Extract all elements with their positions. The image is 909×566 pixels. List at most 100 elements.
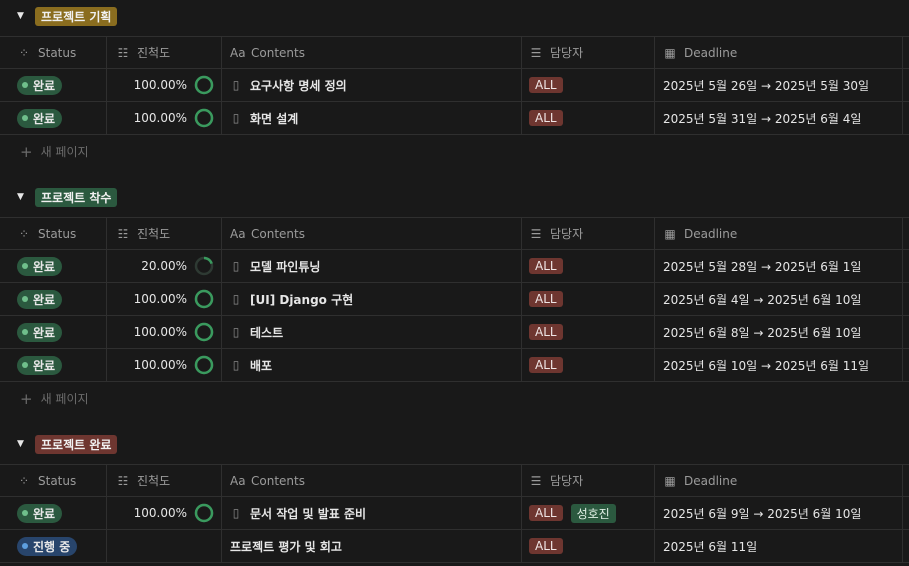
collapse-toggle-icon[interactable]: ▼ bbox=[17, 11, 29, 21]
owner-tag[interactable]: ALL bbox=[529, 538, 563, 554]
status-badge[interactable]: 완료 bbox=[17, 289, 63, 309]
header-deadline[interactable]: ▦ Deadline bbox=[655, 465, 903, 496]
page-title-link[interactable]: 모델 파인튜닝 bbox=[250, 258, 320, 275]
table-row[interactable]: 완료 100.00% ▯ 화면 설계 ALL 2025년 5월 31일 → 202… bbox=[0, 102, 909, 135]
status-cell[interactable]: 완료 bbox=[0, 283, 107, 315]
status-badge[interactable]: 완료 bbox=[17, 355, 63, 375]
status-cell[interactable]: 진행 중 bbox=[0, 530, 107, 562]
contents-cell[interactable]: ▯ [UI] Django 구현 bbox=[222, 283, 522, 315]
header-owner[interactable]: ☰ 담당자 bbox=[522, 465, 655, 496]
checklist-icon: ☷ bbox=[117, 45, 129, 60]
deadline-cell[interactable]: 2025년 5월 28일 → 2025년 6월 1일 bbox=[655, 250, 903, 282]
owner-cell[interactable]: ALL 성호진 bbox=[522, 497, 655, 529]
table-row[interactable]: 진행 중 프로젝트 평가 및 회고 ALL 2025년 6월 11일 bbox=[0, 530, 909, 563]
header-progress[interactable]: ☷ 진척도 bbox=[107, 218, 222, 249]
header-contents[interactable]: Aa Contents bbox=[222, 465, 522, 496]
progress-cell[interactable]: 100.00% bbox=[107, 69, 222, 101]
owner-cell[interactable]: ALL bbox=[522, 316, 655, 348]
collapse-toggle-icon[interactable]: ▼ bbox=[17, 439, 29, 449]
deadline-cell[interactable]: 2025년 5월 26일 → 2025년 5월 30일 bbox=[655, 69, 903, 101]
status-badge[interactable]: 완료 bbox=[17, 503, 63, 523]
new-page-button[interactable]: + 새 페이지 bbox=[0, 135, 909, 168]
owner-tag[interactable]: 성호진 bbox=[570, 503, 616, 523]
header-deadline[interactable]: ▦ Deadline bbox=[655, 218, 903, 249]
owner-tag[interactable]: ALL bbox=[529, 357, 563, 373]
owner-tag[interactable]: ALL bbox=[529, 505, 563, 521]
page-title-link[interactable]: 요구사항 명세 정의 bbox=[250, 77, 347, 94]
status-badge[interactable]: 완료 bbox=[17, 322, 63, 342]
contents-cell[interactable]: ▯ 문서 작업 및 발표 준비 bbox=[222, 497, 522, 529]
owner-tag[interactable]: ALL bbox=[529, 324, 563, 340]
status-cell[interactable]: 완료 bbox=[0, 349, 107, 381]
progress-cell[interactable]: 100.00% bbox=[107, 349, 222, 381]
header-contents[interactable]: Aa Contents bbox=[222, 218, 522, 249]
group-tag[interactable]: 프로젝트 완료 bbox=[35, 434, 118, 454]
header-status[interactable]: ⁘ Status bbox=[0, 218, 107, 249]
contents-cell[interactable]: ▯ 배포 bbox=[222, 349, 522, 381]
owner-tag[interactable]: ALL bbox=[529, 258, 563, 274]
page-title-link[interactable]: 테스트 bbox=[250, 324, 283, 341]
status-badge[interactable]: 완료 bbox=[17, 256, 63, 276]
deadline-cell[interactable]: 2025년 5월 31일 → 2025년 6월 4일 bbox=[655, 102, 903, 134]
checklist-icon: ☷ bbox=[117, 473, 129, 488]
owner-cell[interactable]: ALL bbox=[522, 69, 655, 101]
header-owner[interactable]: ☰ 담당자 bbox=[522, 218, 655, 249]
owner-tag[interactable]: ALL bbox=[529, 77, 563, 93]
header-progress[interactable]: ☷ 진척도 bbox=[107, 37, 222, 68]
header-status[interactable]: ⁘ Status bbox=[0, 37, 107, 68]
header-status[interactable]: ⁘ Status bbox=[0, 465, 107, 496]
owner-cell[interactable]: ALL bbox=[522, 250, 655, 282]
status-cell[interactable]: 완료 bbox=[0, 102, 107, 134]
page-title-link[interactable]: 화면 설계 bbox=[250, 110, 298, 127]
table-row[interactable]: 완료 100.00% ▯ 테스트 ALL 2025년 6월 8일 → 2025년 … bbox=[0, 316, 909, 349]
header-contents[interactable]: Aa Contents bbox=[222, 37, 522, 68]
deadline-cell[interactable]: 2025년 6월 10일 → 2025년 6월 11일 bbox=[655, 349, 903, 381]
status-cell[interactable]: 완료 bbox=[0, 69, 107, 101]
table-row[interactable]: 완료 100.00% ▯ 문서 작업 및 발표 준비 ALL 성호진 2025년 6… bbox=[0, 497, 909, 530]
owner-tag[interactable]: ALL bbox=[529, 291, 563, 307]
contents-cell[interactable]: ▯ 화면 설계 bbox=[222, 102, 522, 134]
progress-cell[interactable]: 100.00% bbox=[107, 497, 222, 529]
page-title-link[interactable]: 프로젝트 평가 및 회고 bbox=[230, 538, 342, 555]
group-tag[interactable]: 프로젝트 착수 bbox=[35, 187, 118, 207]
status-cell[interactable]: 완료 bbox=[0, 497, 107, 529]
status-cell[interactable]: 완료 bbox=[0, 250, 107, 282]
collapse-toggle-icon[interactable]: ▼ bbox=[17, 192, 29, 202]
progress-cell[interactable]: 100.00% bbox=[107, 316, 222, 348]
table-row[interactable]: 완료 100.00% ▯ 요구사항 명세 정의 ALL 2025년 5월 26일 … bbox=[0, 69, 909, 102]
group-tag[interactable]: 프로젝트 기획 bbox=[35, 6, 118, 26]
status-badge[interactable]: 진행 중 bbox=[17, 536, 78, 556]
contents-cell[interactable]: ▯ 요구사항 명세 정의 bbox=[222, 69, 522, 101]
table-row[interactable]: 완료 20.00% ▯ 모델 파인튜닝 ALL 2025년 5월 28일 → 20… bbox=[0, 250, 909, 283]
progress-cell[interactable]: 100.00% bbox=[107, 102, 222, 134]
page-icon: ▯ bbox=[232, 358, 240, 372]
new-page-button[interactable]: + 새 페이지 bbox=[0, 382, 909, 415]
page-title-link[interactable]: [UI] Django 구현 bbox=[250, 291, 353, 308]
contents-cell[interactable]: 프로젝트 평가 및 회고 bbox=[222, 530, 522, 562]
progress-cell[interactable]: 100.00% bbox=[107, 283, 222, 315]
owner-cell[interactable]: ALL bbox=[522, 349, 655, 381]
page-title-link[interactable]: 배포 bbox=[250, 357, 272, 374]
owner-cell[interactable]: ALL bbox=[522, 530, 655, 562]
owner-cell[interactable]: ALL bbox=[522, 102, 655, 134]
owner-cell[interactable]: ALL bbox=[522, 283, 655, 315]
status-badge[interactable]: 완료 bbox=[17, 108, 63, 128]
progress-cell[interactable] bbox=[107, 530, 222, 562]
contents-cell[interactable]: ▯ 테스트 bbox=[222, 316, 522, 348]
status-cell[interactable]: 완료 bbox=[0, 316, 107, 348]
header-owner[interactable]: ☰ 담당자 bbox=[522, 37, 655, 68]
progress-cell[interactable]: 20.00% bbox=[107, 250, 222, 282]
deadline-cell[interactable]: 2025년 6월 9일 → 2025년 6월 10일 bbox=[655, 497, 903, 529]
table-row[interactable]: 완료 100.00% ▯ [UI] Django 구현 ALL 2025년 6월 … bbox=[0, 283, 909, 316]
contents-cell[interactable]: ▯ 모델 파인튜닝 bbox=[222, 250, 522, 282]
deadline-cell[interactable]: 2025년 6월 11일 bbox=[655, 530, 903, 562]
plus-icon: + bbox=[20, 142, 33, 161]
owner-tag[interactable]: ALL bbox=[529, 110, 563, 126]
page-title-link[interactable]: 문서 작업 및 발표 준비 bbox=[250, 505, 366, 522]
status-badge[interactable]: 완료 bbox=[17, 75, 63, 95]
header-progress[interactable]: ☷ 진척도 bbox=[107, 465, 222, 496]
header-deadline[interactable]: ▦ Deadline bbox=[655, 37, 903, 68]
deadline-cell[interactable]: 2025년 6월 8일 → 2025년 6월 10일 bbox=[655, 316, 903, 348]
table-row[interactable]: 완료 100.00% ▯ 배포 ALL 2025년 6월 10일 → 2025년 … bbox=[0, 349, 909, 382]
deadline-cell[interactable]: 2025년 6월 4일 → 2025년 6월 10일 bbox=[655, 283, 903, 315]
